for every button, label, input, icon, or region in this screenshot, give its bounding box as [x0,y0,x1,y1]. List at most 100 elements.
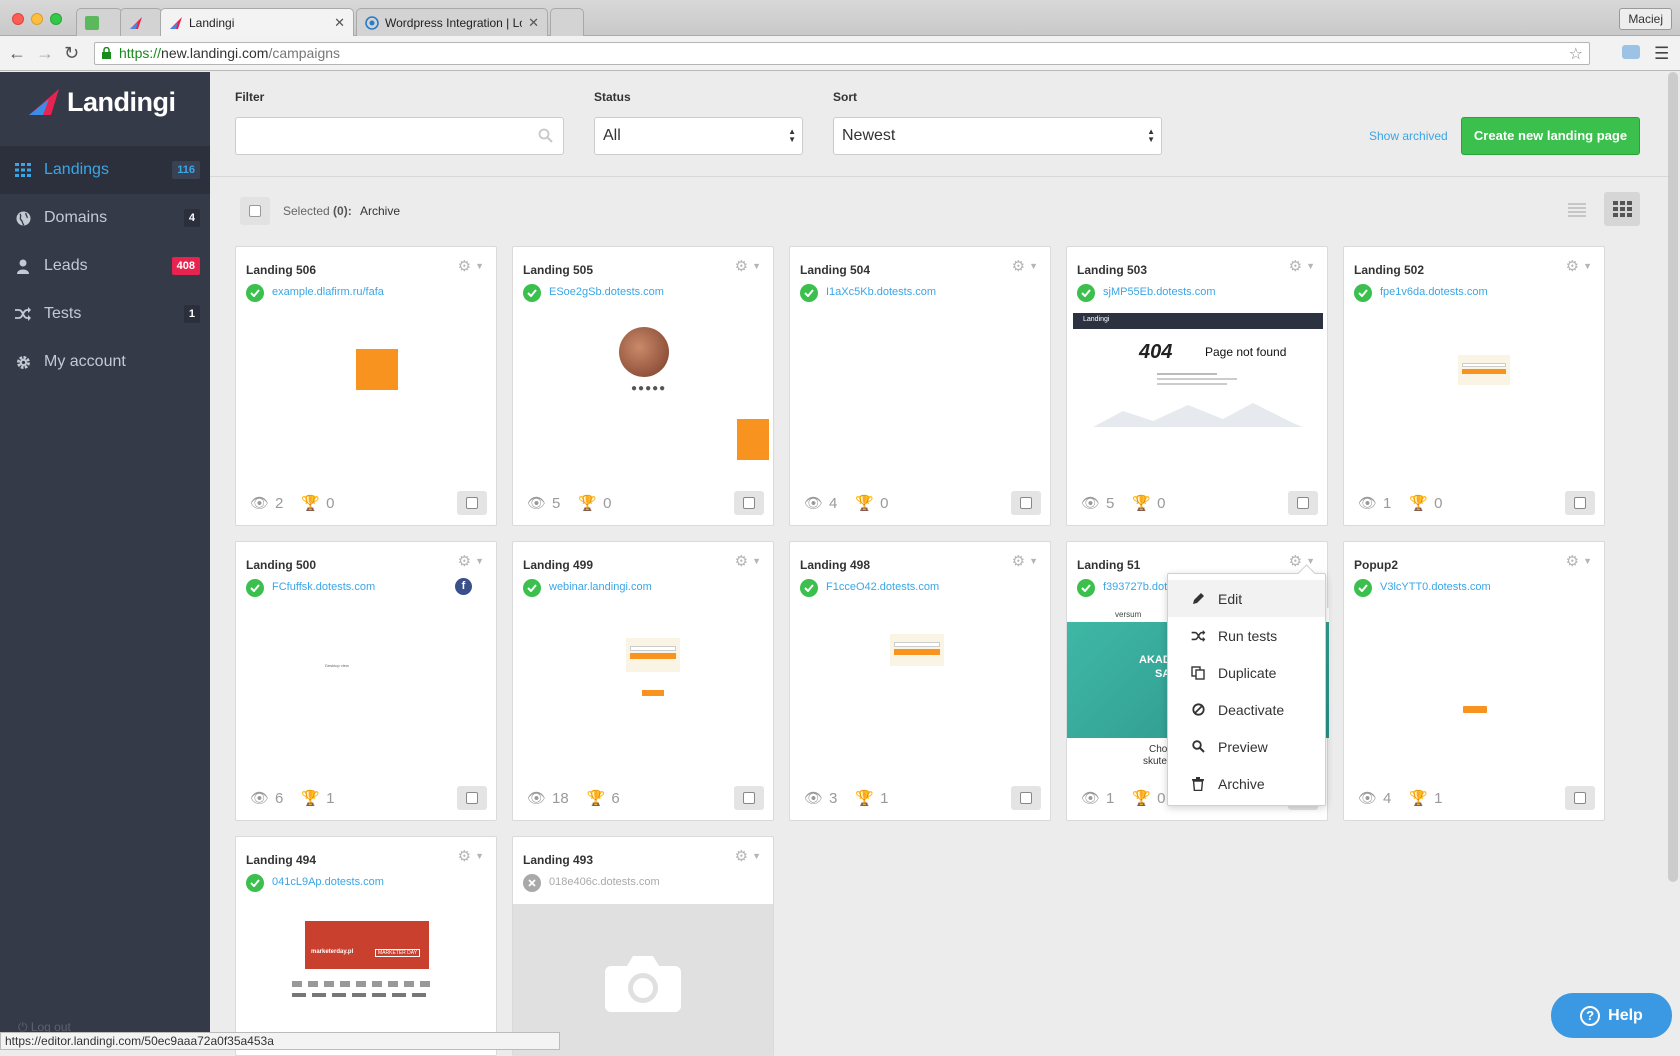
browser-menu-icon[interactable]: ☰ [1654,44,1669,64]
sidebar-item-leads[interactable]: Leads 408 [0,242,210,290]
page-thumbnail[interactable]: Landingi 404 Page not found [1073,313,1323,463]
card-settings-dropdown[interactable]: ⚙ ▼ [1566,552,1592,570]
minimize-window-button[interactable] [31,13,43,25]
landing-card[interactable]: Landing 493 ⚙ ▼ 018e406c.dotests.com [512,836,774,1056]
card-checkbox[interactable] [457,491,487,515]
menu-item-archive[interactable]: Archive [1168,765,1325,802]
card-settings-dropdown[interactable]: ⚙ ▼ [735,847,761,865]
forward-arrow-icon[interactable]: → [36,44,54,62]
bookmark-star-icon[interactable]: ☆ [1569,44,1583,65]
landing-card[interactable]: Popup2 ⚙ ▼ V3lcYTT0.dotests.com 👁 4 🏆 1 [1343,541,1605,821]
page-thumbnail[interactable]: Desktop view [242,608,492,758]
card-url-link[interactable]: fpe1v6da.dotests.com [1380,286,1488,298]
page-thumbnail[interactable]: marketerday.pl MARKETER DAY [242,903,492,1053]
page-thumbnail[interactable] [1350,608,1600,758]
page-thumbnail[interactable] [242,313,492,463]
page-thumbnail[interactable]: ●●●●● [519,313,769,463]
show-archived-link[interactable]: Show archived [1369,129,1448,143]
camera-extension-icon[interactable] [1622,45,1640,59]
menu-item-preview[interactable]: Preview [1168,728,1325,765]
card-checkbox[interactable] [1565,491,1595,515]
reload-icon[interactable]: ↻ [64,44,79,62]
card-checkbox[interactable] [1565,786,1595,810]
profile-button[interactable]: Maciej [1619,8,1672,30]
menu-item-run-tests[interactable]: Run tests [1168,617,1325,654]
landing-card[interactable]: Landing 506 ⚙ ▼ example.dlafirm.ru/fafa 👁… [235,246,497,526]
card-checkbox[interactable] [734,491,764,515]
card-url-link[interactable]: FCfuffsk.dotests.com [272,581,375,593]
card-settings-dropdown[interactable]: ⚙ ▼ [1012,552,1038,570]
page-thumbnail[interactable] [796,608,1046,758]
landing-card[interactable]: Landing 499 ⚙ ▼ webinar.landingi.com 👁 18 … [512,541,774,821]
new-tab-button[interactable] [550,8,584,36]
card-checkbox[interactable] [734,786,764,810]
page-thumbnail[interactable] [1350,313,1600,463]
card-checkbox[interactable] [1011,786,1041,810]
menu-item-duplicate[interactable]: Duplicate [1168,654,1325,691]
tab-close-icon[interactable]: ✕ [334,15,345,31]
back-arrow-icon[interactable]: ← [8,44,26,62]
filter-search-field[interactable] [235,117,564,155]
card-url-link[interactable]: I1aXc5Kb.dotests.com [826,286,936,298]
landing-card[interactable]: Landing 500 ⚙ ▼ FCfuffsk.dotests.com f De… [235,541,497,821]
menu-item-edit[interactable]: Edit [1168,580,1325,617]
browser-tab-wordpress[interactable]: Wordpress Integration | Lo ✕ [356,8,548,36]
sidebar-item-landings[interactable]: Landings 116 [0,146,210,194]
card-settings-dropdown[interactable]: ⚙ ▼ [458,847,484,865]
browser-tab-2[interactable] [120,8,162,36]
card-settings-dropdown[interactable]: ⚙ ▼ [458,552,484,570]
card-url-link[interactable]: f393727b.dot [1103,581,1167,593]
archive-selected-link[interactable]: Archive [360,204,400,218]
landing-card[interactable]: Landing 494 ⚙ ▼ 041cL9Ap.dotests.com mark… [235,836,497,1056]
card-checkbox[interactable] [457,786,487,810]
desktop-view-text: Desktop view [325,663,349,668]
card-settings-dropdown[interactable]: ⚙ ▼ [735,257,761,275]
card-url-link[interactable]: webinar.landingi.com [549,581,652,593]
page-scrollbar[interactable] [1668,72,1678,882]
card-settings-dropdown[interactable]: ⚙ ▼ [1566,257,1592,275]
brand-logo[interactable]: Landingi [27,82,176,122]
card-settings-dropdown[interactable]: ⚙ ▼ [1012,257,1038,275]
list-view-button[interactable] [1560,194,1594,226]
browser-tab-landingi[interactable]: Landingi ✕ [160,8,354,37]
tab-close-icon[interactable]: ✕ [528,15,539,31]
sidebar-item-my-account[interactable]: My account [0,338,210,386]
landing-card[interactable]: Landing 505 ⚙ ▼ ESoe2gSb.dotests.com ●●●●… [512,246,774,526]
card-settings-dropdown[interactable]: ⚙ ▼ [735,552,761,570]
sidebar-item-domains[interactable]: Domains 4 [0,194,210,242]
card-url-link[interactable]: 041cL9Ap.dotests.com [272,876,384,888]
card-checkbox[interactable] [1288,491,1318,515]
url-field[interactable]: https://new.landingi.com/campaigns ☆ [94,42,1590,65]
maximize-window-button[interactable] [50,13,62,25]
page-thumbnail[interactable] [796,313,1046,463]
error-code-text: 404 [1139,341,1173,363]
sidebar-item-tests[interactable]: Tests 1 [0,290,210,338]
card-url-link[interactable]: F1cceO42.dotests.com [826,581,939,593]
page-thumbnail[interactable] [519,608,769,758]
card-settings-dropdown[interactable]: ⚙ ▼ [458,257,484,275]
help-button[interactable]: ? Help [1551,993,1672,1038]
browser-tab-1[interactable] [76,8,122,36]
preview-footer-line2: skute [1143,756,1167,766]
domains-count-badge: 4 [183,209,200,227]
menu-item-deactivate[interactable]: Deactivate [1168,691,1325,728]
landing-card[interactable]: Landing 502 ⚙ ▼ fpe1v6da.dotests.com 👁 1 🏆… [1343,246,1605,526]
card-url-link[interactable]: V3lcYTT0.dotests.com [1380,581,1491,593]
card-url-link[interactable]: example.dlafirm.ru/fafa [272,286,384,298]
select-all-checkbox[interactable] [240,197,270,225]
landing-card[interactable]: Landing 498 ⚙ ▼ F1cceO42.dotests.com 👁 3 🏆… [789,541,1051,821]
card-url-link[interactable]: ESoe2gSb.dotests.com [549,286,664,298]
card-checkbox[interactable] [1011,491,1041,515]
create-landing-page-button[interactable]: Create new landing page [1461,117,1640,155]
card-url-link[interactable]: 018e406c.dotests.com [549,876,660,888]
card-settings-dropdown[interactable]: ⚙ ▼ [1289,257,1315,275]
status-select[interactable]: All ▲ ▼ [594,117,803,155]
landing-card[interactable]: Landing 504 ⚙ ▼ I1aXc5Kb.dotests.com 👁 4 🏆… [789,246,1051,526]
sort-select[interactable]: Newest ▲ ▼ [833,117,1162,155]
card-url-link[interactable]: sjMP55Eb.dotests.com [1103,286,1216,298]
close-window-button[interactable] [12,13,24,25]
landing-card[interactable]: Landing 503 ⚙ ▼ sjMP55Eb.dotests.com Land… [1066,246,1328,526]
grid-view-button[interactable] [1604,192,1640,226]
filter-search-input[interactable] [236,118,526,154]
divider [210,176,1670,177]
